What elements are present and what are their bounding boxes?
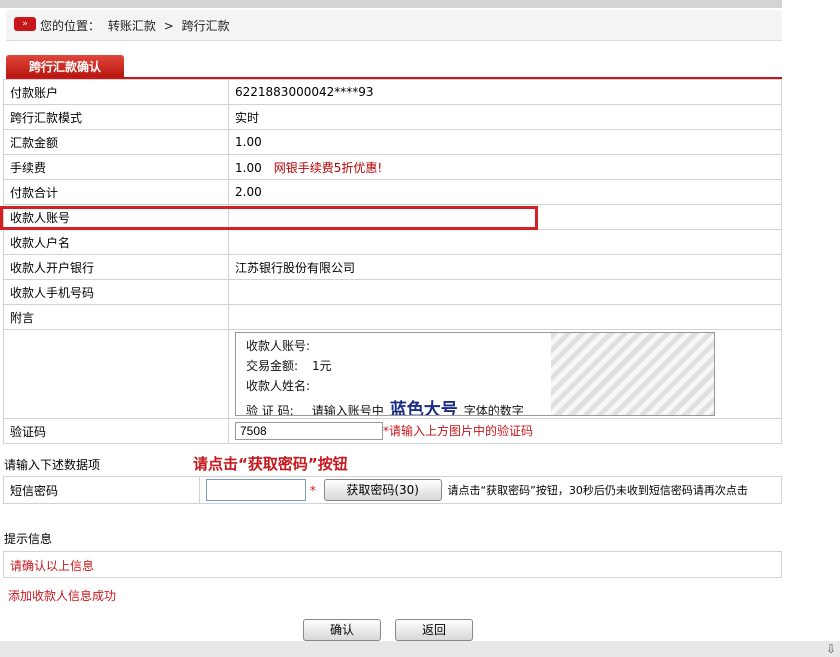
back-button[interactable]: 返回 bbox=[395, 619, 473, 641]
table-row: 验证码 *请输入上方图片中的验证码 bbox=[3, 418, 782, 444]
payee-account-highlight bbox=[0, 206, 538, 230]
row-label: 汇款金额 bbox=[3, 129, 229, 155]
sms-section-label: 请输入下述数据项 bbox=[4, 458, 101, 472]
table-row: 汇款金额 1.00 bbox=[3, 129, 782, 155]
tips-message: 请确认以上信息 bbox=[10, 559, 95, 573]
table-row: 收款人手机号码 bbox=[3, 279, 782, 305]
table-row: 收款人户名 bbox=[3, 229, 782, 255]
captcha-label-cell bbox=[3, 329, 229, 419]
row-label: 收款人户名 bbox=[3, 229, 229, 255]
captcha-line: 收款人账号: bbox=[246, 339, 311, 353]
captcha-line: 交易金额: 1元 bbox=[246, 357, 332, 374]
captcha-line: 验 证 码: 请输入账号中 蓝色大号 字体的数字 bbox=[246, 395, 524, 416]
total-value: 2.00 bbox=[228, 179, 782, 205]
get-password-button[interactable]: 获取密码(30) bbox=[323, 479, 442, 502]
sms-cell: * 获取密码(30) 请点击“获取密码”按钮，30秒后仍未收到短信密码请再次点击 bbox=[199, 476, 782, 504]
captcha-big-text: 蓝色大号 bbox=[389, 400, 458, 416]
captcha-amount-label: 交易金额: bbox=[246, 359, 299, 373]
breadcrumb-current: 跨行汇款 bbox=[181, 19, 230, 33]
fee-cell: 1.00 网银手续费5折优惠! bbox=[228, 154, 782, 180]
table-row: 手续费 1.00 网银手续费5折优惠! bbox=[3, 154, 782, 180]
fee-value: 1.00 bbox=[235, 160, 262, 175]
success-message: 添加收款人信息成功 bbox=[8, 589, 117, 603]
verify-hint: *请输入上方图片中的验证码 bbox=[383, 424, 534, 438]
breadcrumb-prefix: 您的位置： bbox=[40, 19, 101, 33]
top-bar bbox=[0, 0, 782, 8]
breadcrumb: » 您的位置： 转账汇款 > 跨行汇款 bbox=[6, 10, 782, 41]
tips-box: 请确认以上信息 bbox=[3, 551, 782, 578]
captcha-image: 收款人账号: 交易金额: 1元 收款人姓名: 验 证 码: 请输入账号中 蓝色大号 字体… bbox=[235, 332, 715, 416]
payee-phone-value bbox=[228, 279, 782, 305]
captcha-cell: 收款人账号: 交易金额: 1元 收款人姓名: 验 证 码: 请输入账号中 蓝色大号 字体… bbox=[228, 329, 782, 419]
row-label: 付款账户 bbox=[3, 79, 229, 105]
payer-account-value: 6221883000042****93 bbox=[228, 79, 782, 105]
verify-label: 验证码 bbox=[3, 418, 229, 444]
captcha-code-text: 请输入账号中 bbox=[311, 404, 384, 416]
sms-table: 短信密码 * 获取密码(30) 请点击“获取密码”按钮，30秒后仍未收到短信密码… bbox=[3, 476, 782, 504]
table-row: 付款合计 2.00 bbox=[3, 179, 782, 205]
table-row: 收款人开户银行 江苏银行股份有限公司 bbox=[3, 254, 782, 280]
memo-value bbox=[228, 304, 782, 330]
row-label: 付款合计 bbox=[3, 179, 229, 205]
table-row: 跨行汇款模式 实时 bbox=[3, 104, 782, 130]
row-label: 收款人开户银行 bbox=[3, 254, 229, 280]
captcha-code-label: 验 证 码: bbox=[246, 404, 294, 416]
sms-hint: 请点击“获取密码”按钮，30秒后仍未收到短信密码请再次点击 bbox=[447, 484, 748, 498]
row-label: 收款人手机号码 bbox=[3, 279, 229, 305]
status-bar: ⇩ bbox=[0, 641, 840, 657]
table-row: 短信密码 * 获取密码(30) 请点击“获取密码”按钮，30秒后仍未收到短信密码… bbox=[3, 476, 782, 504]
payee-bank-value: 江苏银行股份有限公司 bbox=[228, 254, 782, 280]
fee-promo-note: 网银手续费5折优惠! bbox=[273, 160, 383, 175]
sms-label: 短信密码 bbox=[3, 476, 200, 504]
scroll-down-icon[interactable]: ⇩ bbox=[826, 642, 836, 656]
verify-code-input[interactable] bbox=[235, 422, 383, 440]
breadcrumb-section[interactable]: 转账汇款 bbox=[108, 19, 156, 33]
sms-instruction: 请点击“获取密码”按钮 bbox=[193, 455, 348, 473]
captcha-code-end: 字体的数字 bbox=[463, 404, 524, 416]
transfer-mode-value: 实时 bbox=[228, 104, 782, 130]
tips-label: 提示信息 bbox=[4, 532, 53, 546]
table-row: 收款人账号: 交易金额: 1元 收款人姓名: 验 证 码: 请输入账号中 蓝色大号 字体… bbox=[3, 329, 782, 419]
amount-value: 1.00 bbox=[228, 129, 782, 155]
payee-name-value bbox=[228, 229, 782, 255]
sms-password-input[interactable] bbox=[206, 478, 306, 501]
table-row: 附言 bbox=[3, 304, 782, 330]
breadcrumb-separator: > bbox=[163, 19, 174, 33]
required-star: * bbox=[309, 483, 316, 498]
row-label: 附言 bbox=[3, 304, 229, 330]
tab-confirm[interactable]: 跨行汇款确认 bbox=[6, 55, 124, 77]
verify-cell: *请输入上方图片中的验证码 bbox=[228, 418, 782, 444]
row-label: 跨行汇款模式 bbox=[3, 104, 229, 130]
captcha-line: 收款人姓名: bbox=[246, 379, 311, 393]
location-arrow-icon: » bbox=[14, 17, 36, 31]
confirm-button[interactable]: 确认 bbox=[303, 619, 381, 641]
captcha-watermark bbox=[551, 333, 714, 415]
table-row: 付款账户 6221883000042****93 bbox=[3, 79, 782, 105]
transfer-details-table: 付款账户 6221883000042****93 跨行汇款模式 实时 汇款金额 … bbox=[3, 79, 782, 444]
row-label: 手续费 bbox=[3, 154, 229, 180]
captcha-amount: 1元 bbox=[312, 359, 332, 373]
